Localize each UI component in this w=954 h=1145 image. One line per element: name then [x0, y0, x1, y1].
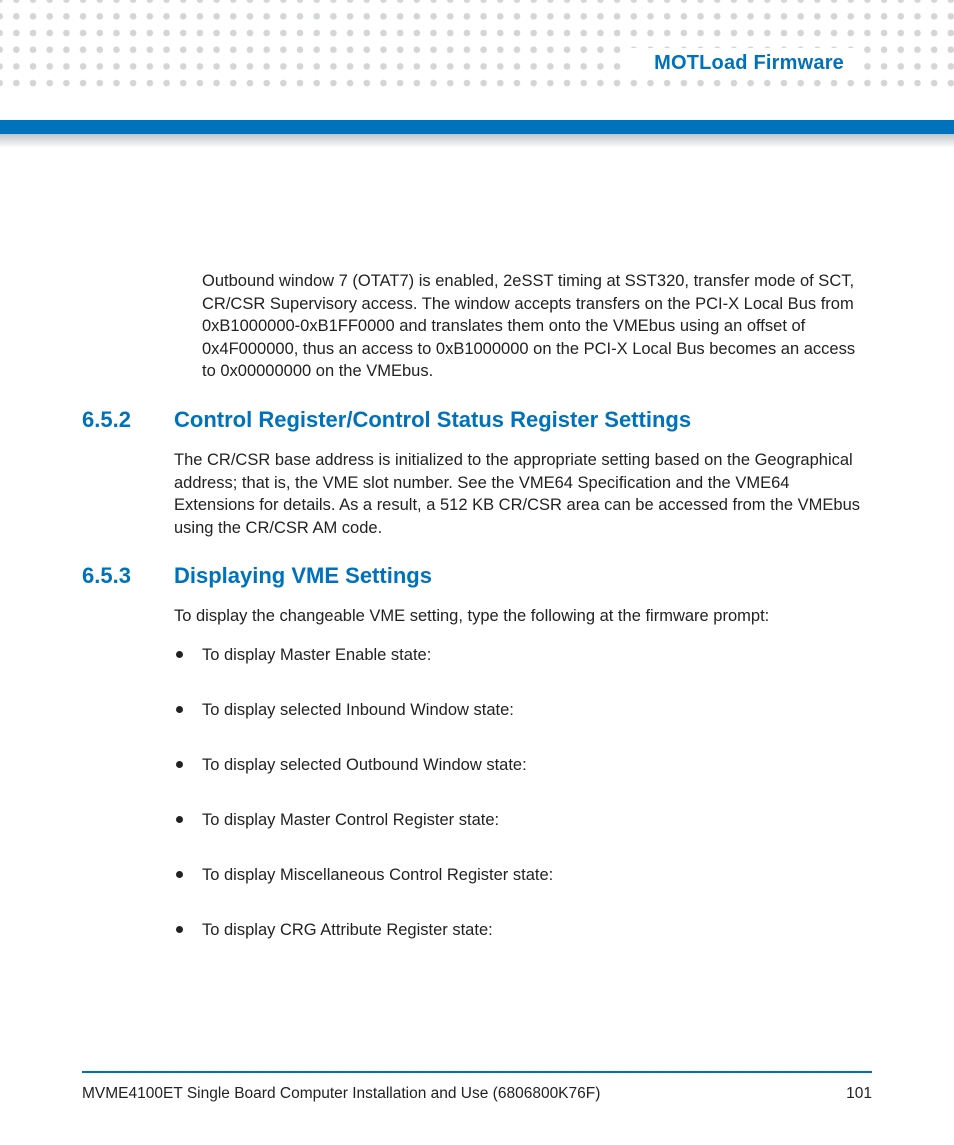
- content-area: Outbound window 7 (OTAT7) is enabled, 2e…: [82, 270, 872, 1055]
- section-paragraph-652: The CR/CSR base address is initialized t…: [174, 449, 872, 539]
- bullet-list-653: To display Master Enable state: To displ…: [174, 644, 872, 943]
- list-item: To display Miscellaneous Control Registe…: [174, 864, 872, 887]
- section-heading-653: 6.5.3 Displaying VME Settings: [82, 563, 872, 589]
- list-item: To display CRG Attribute Register state:: [174, 919, 872, 942]
- intro-paragraph: Outbound window 7 (OTAT7) is enabled, 2e…: [202, 270, 872, 383]
- section-paragraph-653: To display the changeable VME setting, t…: [174, 605, 872, 628]
- list-item: To display Master Control Register state…: [174, 809, 872, 832]
- section-title: Displaying VME Settings: [174, 563, 432, 589]
- header-blue-rule: [0, 120, 954, 134]
- section-title: Control Register/Control Status Register…: [174, 407, 691, 433]
- list-item: To display Master Enable state:: [174, 644, 872, 667]
- section-heading-652: 6.5.2 Control Register/Control Status Re…: [82, 407, 872, 433]
- footer-page-number: 101: [846, 1085, 872, 1103]
- footer: MVME4100ET Single Board Computer Install…: [82, 1071, 872, 1103]
- section-number: 6.5.3: [82, 563, 174, 589]
- page: MOTLoad Firmware Outbound window 7 (OTAT…: [0, 0, 954, 1145]
- header-shadow-rule: [0, 134, 954, 148]
- footer-doc-title: MVME4100ET Single Board Computer Install…: [82, 1085, 600, 1103]
- list-item: To display selected Inbound Window state…: [174, 699, 872, 722]
- list-item: To display selected Outbound Window stat…: [174, 754, 872, 777]
- footer-rule: [82, 1071, 872, 1073]
- section-number: 6.5.2: [82, 407, 174, 433]
- chapter-title: MOTLoad Firmware: [624, 48, 858, 78]
